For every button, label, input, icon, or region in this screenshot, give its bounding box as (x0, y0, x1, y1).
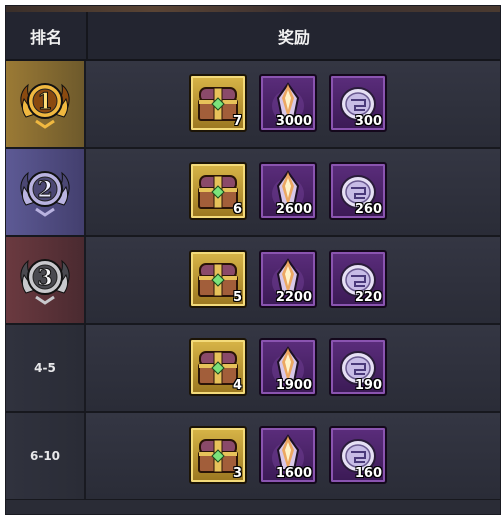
svg-text:1: 1 (37, 89, 52, 115)
reward-item-silver-coin[interactable]: 300 (329, 74, 387, 132)
silver-medal-icon: 2 (16, 161, 74, 223)
reward-quantity: 300 (354, 114, 382, 129)
next-row-peek (6, 500, 500, 514)
rank-range-label: 6-10 (29, 449, 61, 463)
reward-quantity: 6 (232, 202, 242, 217)
reward-cell: 4 1900 190 (86, 325, 500, 411)
reward-quantity: 220 (354, 290, 382, 305)
reward-quantity: 1900 (275, 378, 312, 393)
reward-item-treasure-chest[interactable]: 4 (189, 338, 247, 396)
reward-cell: 5 2200 220 (86, 237, 500, 323)
reward-item-silver-coin[interactable]: 190 (329, 338, 387, 396)
gold-medal-icon: 1 (16, 73, 74, 135)
svg-text:2: 2 (37, 177, 52, 203)
rank-cell: 4-5 (6, 325, 86, 411)
reward-quantity: 260 (354, 202, 382, 217)
reward-item-crystal-shard[interactable]: 2600 (259, 162, 317, 220)
reward-item-crystal-shard[interactable]: 1600 (259, 426, 317, 484)
ranking-row: 1 7 3000 300 (6, 61, 500, 149)
ranking-row: 2 6 2600 260 (6, 149, 500, 237)
reward-item-crystal-shard[interactable]: 3000 (259, 74, 317, 132)
reward-quantity: 3000 (275, 114, 312, 129)
rank-range-label: 4-5 (34, 361, 56, 375)
reward-column-header: 奖励 (277, 27, 310, 47)
reward-cell: 3 1600 160 (86, 413, 500, 499)
reward-item-treasure-chest[interactable]: 7 (189, 74, 247, 132)
reward-item-treasure-chest[interactable]: 6 (189, 162, 247, 220)
table-header: 排名 奖励 (6, 12, 500, 61)
reward-item-silver-coin[interactable]: 260 (329, 162, 387, 220)
reward-quantity: 4 (232, 378, 242, 393)
reward-cell: 6 2600 260 (86, 149, 500, 235)
rank-column-header: 排名 (6, 12, 88, 59)
reward-item-silver-coin[interactable]: 160 (329, 426, 387, 484)
rank-cell: 6-10 (6, 413, 86, 499)
reward-cell: 7 3000 300 (86, 61, 500, 147)
reward-quantity: 2200 (275, 290, 312, 305)
reward-item-crystal-shard[interactable]: 1900 (259, 338, 317, 396)
ranking-row: 4-5 4 1900 190 (6, 325, 500, 413)
reward-quantity: 5 (232, 290, 242, 305)
rank-cell: 3 (6, 237, 86, 323)
ranking-row: 3 5 2200 220 (6, 237, 500, 325)
svg-text:3: 3 (37, 265, 52, 291)
reward-quantity: 1600 (275, 466, 312, 481)
reward-quantity: 160 (354, 466, 382, 481)
reward-quantity: 190 (354, 378, 382, 393)
rank-cell: 1 (6, 61, 86, 147)
ranking-rewards-panel: 排名 奖励 1 7 3000 300 2 6 2600 260 3 5 2200… (5, 5, 501, 515)
reward-quantity: 3 (232, 466, 242, 481)
ranking-row: 6-10 3 1600 160 (6, 413, 500, 501)
reward-item-silver-coin[interactable]: 220 (329, 250, 387, 308)
reward-quantity: 7 (232, 114, 242, 129)
bronze-medal-icon: 3 (16, 249, 74, 311)
reward-quantity: 2600 (275, 202, 312, 217)
reward-item-treasure-chest[interactable]: 5 (189, 250, 247, 308)
rank-cell: 2 (6, 149, 86, 235)
reward-item-treasure-chest[interactable]: 3 (189, 426, 247, 484)
reward-item-crystal-shard[interactable]: 2200 (259, 250, 317, 308)
